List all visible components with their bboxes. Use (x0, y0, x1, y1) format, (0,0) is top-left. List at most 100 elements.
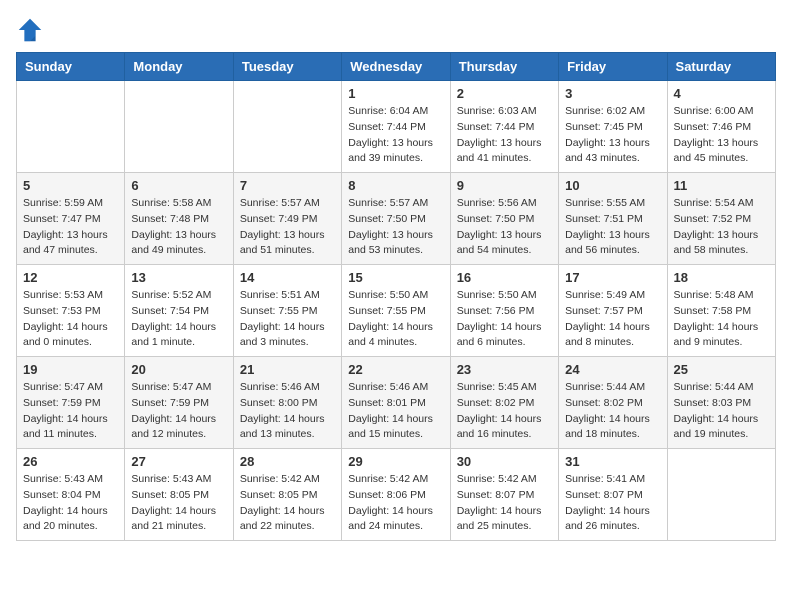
calendar-cell: 5 Sunrise: 5:59 AMSunset: 7:47 PMDaylight… (17, 173, 125, 265)
calendar-header-thursday: Thursday (450, 53, 558, 81)
calendar-cell: 20 Sunrise: 5:47 AMSunset: 7:59 PMDayligh… (125, 357, 233, 449)
calendar-cell: 1 Sunrise: 6:04 AMSunset: 7:44 PMDaylight… (342, 81, 450, 173)
calendar-cell: 2 Sunrise: 6:03 AMSunset: 7:44 PMDaylight… (450, 81, 558, 173)
day-number: 22 (348, 362, 443, 377)
calendar-cell: 11 Sunrise: 5:54 AMSunset: 7:52 PMDayligh… (667, 173, 775, 265)
calendar-cell (125, 81, 233, 173)
calendar-week-row: 12 Sunrise: 5:53 AMSunset: 7:53 PMDayligh… (17, 265, 776, 357)
day-info: Sunrise: 6:02 AMSunset: 7:45 PMDaylight:… (565, 104, 660, 167)
calendar-cell: 13 Sunrise: 5:52 AMSunset: 7:54 PMDayligh… (125, 265, 233, 357)
calendar-cell: 25Sunrise: 5:44 AMSunset: 8:03 PMDayligh… (667, 357, 775, 449)
day-number: 27 (131, 454, 226, 469)
calendar: SundayMondayTuesdayWednesdayThursdayFrid… (16, 52, 776, 541)
day-number: 24 (565, 362, 660, 377)
day-info: Sunrise: 5:59 AMSunset: 7:47 PMDaylight:… (23, 196, 118, 259)
calendar-cell: 18Sunrise: 5:48 AMSunset: 7:58 PMDayligh… (667, 265, 775, 357)
day-info: Sunrise: 5:57 AMSunset: 7:50 PMDaylight:… (348, 196, 443, 259)
calendar-cell: 31 Sunrise: 5:41 AMSunset: 8:07 PMDayligh… (559, 449, 667, 541)
day-number: 28 (240, 454, 335, 469)
day-info: Sunrise: 5:51 AMSunset: 7:55 PMDaylight:… (240, 288, 335, 351)
day-number: 20 (131, 362, 226, 377)
calendar-cell: 30 Sunrise: 5:42 AMSunset: 8:07 PMDayligh… (450, 449, 558, 541)
day-info: Sunrise: 6:04 AMSunset: 7:44 PMDaylight:… (348, 104, 443, 167)
calendar-cell: 21Sunrise: 5:46 AMSunset: 8:00 PMDayligh… (233, 357, 341, 449)
day-number: 11 (674, 178, 769, 193)
day-info: Sunrise: 5:42 AMSunset: 8:07 PMDaylight:… (457, 472, 552, 535)
day-number: 16 (457, 270, 552, 285)
day-info: Sunrise: 5:49 AMSunset: 7:57 PMDaylight:… (565, 288, 660, 351)
calendar-cell: 10Sunrise: 5:55 AMSunset: 7:51 PMDayligh… (559, 173, 667, 265)
calendar-cell: 4Sunrise: 6:00 AMSunset: 7:46 PMDaylight… (667, 81, 775, 173)
calendar-cell (17, 81, 125, 173)
day-info: Sunrise: 5:50 AMSunset: 7:55 PMDaylight:… (348, 288, 443, 351)
day-info: Sunrise: 5:54 AMSunset: 7:52 PMDaylight:… (674, 196, 769, 259)
calendar-week-row: 19 Sunrise: 5:47 AMSunset: 7:59 PMDayligh… (17, 357, 776, 449)
day-info: Sunrise: 5:46 AMSunset: 8:01 PMDaylight:… (348, 380, 443, 443)
calendar-cell: 7 Sunrise: 5:57 AMSunset: 7:49 PMDaylight… (233, 173, 341, 265)
header (16, 16, 776, 44)
day-number: 12 (23, 270, 118, 285)
day-info: Sunrise: 5:52 AMSunset: 7:54 PMDaylight:… (131, 288, 226, 351)
calendar-week-row: 26 Sunrise: 5:43 AMSunset: 8:04 PMDayligh… (17, 449, 776, 541)
day-number: 18 (674, 270, 769, 285)
day-info: Sunrise: 5:44 AMSunset: 8:02 PMDaylight:… (565, 380, 660, 443)
day-info: Sunrise: 5:56 AMSunset: 7:50 PMDaylight:… (457, 196, 552, 259)
calendar-cell: 9 Sunrise: 5:56 AMSunset: 7:50 PMDaylight… (450, 173, 558, 265)
day-number: 29 (348, 454, 443, 469)
day-number: 19 (23, 362, 118, 377)
calendar-cell (667, 449, 775, 541)
day-info: Sunrise: 5:45 AMSunset: 8:02 PMDaylight:… (457, 380, 552, 443)
logo (16, 16, 48, 44)
calendar-header-sunday: Sunday (17, 53, 125, 81)
calendar-cell: 22 Sunrise: 5:46 AMSunset: 8:01 PMDayligh… (342, 357, 450, 449)
day-number: 26 (23, 454, 118, 469)
calendar-header-wednesday: Wednesday (342, 53, 450, 81)
day-number: 30 (457, 454, 552, 469)
day-number: 4 (674, 86, 769, 101)
calendar-cell: 8Sunrise: 5:57 AMSunset: 7:50 PMDaylight… (342, 173, 450, 265)
calendar-cell: 16 Sunrise: 5:50 AMSunset: 7:56 PMDayligh… (450, 265, 558, 357)
calendar-header-monday: Monday (125, 53, 233, 81)
day-info: Sunrise: 5:47 AMSunset: 7:59 PMDaylight:… (23, 380, 118, 443)
day-info: Sunrise: 5:42 AMSunset: 8:06 PMDaylight:… (348, 472, 443, 535)
calendar-header-row: SundayMondayTuesdayWednesdayThursdayFrid… (17, 53, 776, 81)
calendar-cell: 26 Sunrise: 5:43 AMSunset: 8:04 PMDayligh… (17, 449, 125, 541)
calendar-cell: 15 Sunrise: 5:50 AMSunset: 7:55 PMDayligh… (342, 265, 450, 357)
calendar-cell: 12 Sunrise: 5:53 AMSunset: 7:53 PMDayligh… (17, 265, 125, 357)
calendar-cell: 17 Sunrise: 5:49 AMSunset: 7:57 PMDayligh… (559, 265, 667, 357)
calendar-cell: 27Sunrise: 5:43 AMSunset: 8:05 PMDayligh… (125, 449, 233, 541)
day-number: 13 (131, 270, 226, 285)
day-number: 2 (457, 86, 552, 101)
logo-icon (16, 16, 44, 44)
day-info: Sunrise: 5:44 AMSunset: 8:03 PMDaylight:… (674, 380, 769, 443)
calendar-cell: 28 Sunrise: 5:42 AMSunset: 8:05 PMDayligh… (233, 449, 341, 541)
calendar-header-saturday: Saturday (667, 53, 775, 81)
day-info: Sunrise: 5:43 AMSunset: 8:04 PMDaylight:… (23, 472, 118, 535)
day-number: 17 (565, 270, 660, 285)
calendar-week-row: 5 Sunrise: 5:59 AMSunset: 7:47 PMDaylight… (17, 173, 776, 265)
day-number: 15 (348, 270, 443, 285)
day-info: Sunrise: 5:53 AMSunset: 7:53 PMDaylight:… (23, 288, 118, 351)
day-info: Sunrise: 5:57 AMSunset: 7:49 PMDaylight:… (240, 196, 335, 259)
calendar-cell: 6Sunrise: 5:58 AMSunset: 7:48 PMDaylight… (125, 173, 233, 265)
day-info: Sunrise: 6:03 AMSunset: 7:44 PMDaylight:… (457, 104, 552, 167)
day-number: 10 (565, 178, 660, 193)
calendar-cell: 23 Sunrise: 5:45 AMSunset: 8:02 PMDayligh… (450, 357, 558, 449)
day-number: 23 (457, 362, 552, 377)
day-info: Sunrise: 5:42 AMSunset: 8:05 PMDaylight:… (240, 472, 335, 535)
day-number: 1 (348, 86, 443, 101)
day-number: 31 (565, 454, 660, 469)
day-number: 9 (457, 178, 552, 193)
calendar-cell: 24 Sunrise: 5:44 AMSunset: 8:02 PMDayligh… (559, 357, 667, 449)
calendar-cell: 14 Sunrise: 5:51 AMSunset: 7:55 PMDayligh… (233, 265, 341, 357)
day-info: Sunrise: 5:50 AMSunset: 7:56 PMDaylight:… (457, 288, 552, 351)
day-number: 5 (23, 178, 118, 193)
day-info: Sunrise: 5:47 AMSunset: 7:59 PMDaylight:… (131, 380, 226, 443)
day-info: Sunrise: 5:41 AMSunset: 8:07 PMDaylight:… (565, 472, 660, 535)
calendar-header-tuesday: Tuesday (233, 53, 341, 81)
day-number: 7 (240, 178, 335, 193)
day-number: 14 (240, 270, 335, 285)
day-number: 21 (240, 362, 335, 377)
calendar-cell: 3Sunrise: 6:02 AMSunset: 7:45 PMDaylight… (559, 81, 667, 173)
calendar-cell: 29 Sunrise: 5:42 AMSunset: 8:06 PMDayligh… (342, 449, 450, 541)
